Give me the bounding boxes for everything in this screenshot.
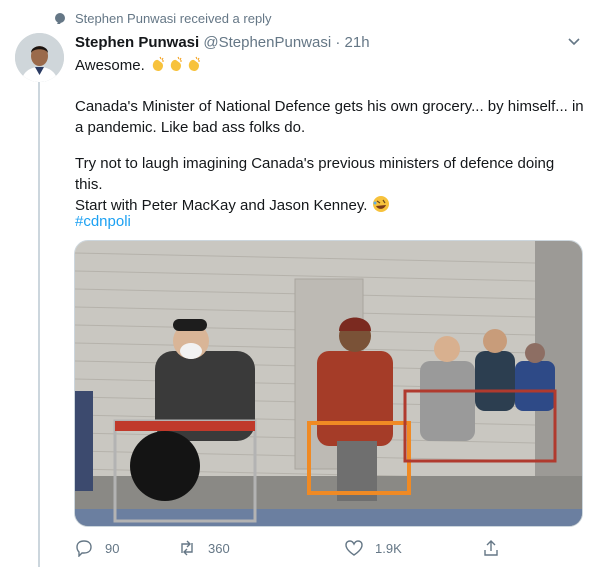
share-icon <box>484 540 498 556</box>
tweet-paragraph-1-line-1: Canada's Minister of National Defence ge… <box>75 98 584 115</box>
retweet-icon <box>181 540 193 556</box>
hashtag-row: #cdnpoli <box>75 211 585 232</box>
clap-emoji-icon <box>149 56 203 74</box>
tweet-actions: 90 360 1.9K <box>75 537 585 561</box>
tweet-line-1: Awesome. <box>75 55 585 76</box>
tweet-text-awesome: Awesome. <box>75 57 145 74</box>
tweet-paragraph-2-line-1: Try not to laugh imagining Canada's prev… <box>75 155 555 193</box>
retweet-count: 360 <box>208 540 230 556</box>
reply-icon <box>76 540 92 557</box>
reply-context-icon <box>55 13 65 23</box>
author-name[interactable]: Stephen Punwasi <box>75 34 199 51</box>
chevron-down-icon[interactable] <box>566 34 582 48</box>
reply-count: 90 <box>105 540 120 556</box>
tweet-paragraph-1-line-2: a pandemic. Like bad ass folks do. <box>75 119 306 136</box>
social-context-text: Stephen Punwasi received a reply <box>75 11 272 26</box>
hashtag-link[interactable]: #cdnpoli <box>75 213 131 230</box>
share-button[interactable] <box>482 537 512 559</box>
tweet-paragraph-2: Try not to laugh imagining Canada's prev… <box>75 153 585 216</box>
like-icon <box>345 540 363 556</box>
tweet-photo[interactable] <box>74 240 583 527</box>
retweet-button[interactable]: 360 <box>178 537 230 559</box>
like-button[interactable]: 1.9K <box>345 537 402 559</box>
separator: · <box>335 34 341 51</box>
timestamp[interactable]: 21h <box>345 34 370 51</box>
author-handle[interactable]: @StephenPunwasi <box>203 34 331 51</box>
tweet-paragraph-1: Canada's Minister of National Defence ge… <box>75 96 585 138</box>
social-context: Stephen Punwasi received a reply <box>0 10 598 30</box>
reply-button[interactable]: 90 <box>75 537 119 559</box>
thread-line <box>38 82 40 567</box>
avatar[interactable] <box>15 33 64 82</box>
like-count: 1.9K <box>375 540 402 556</box>
tweet-header: Stephen Punwasi @StephenPunwasi · 21h <box>75 34 370 54</box>
